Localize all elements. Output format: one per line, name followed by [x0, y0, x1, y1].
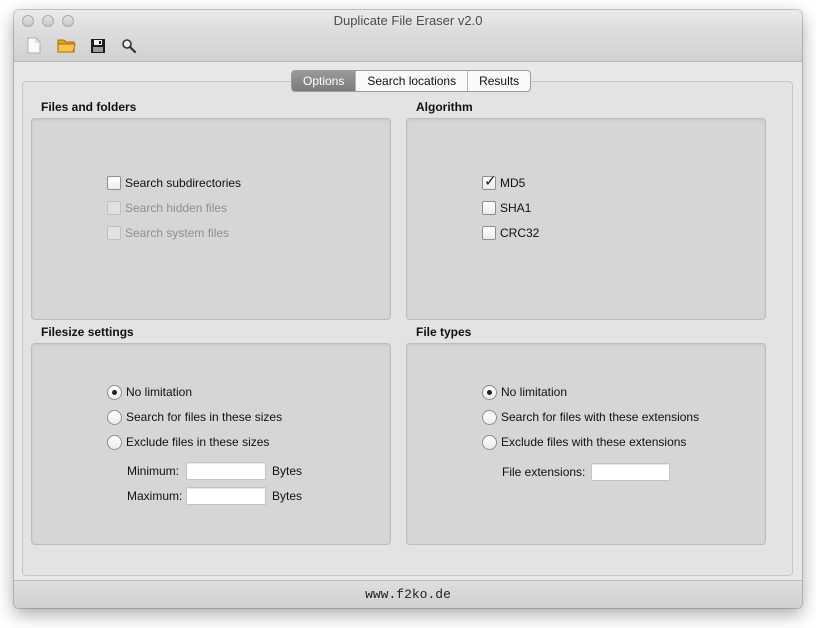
option-label: Search hidden files [125, 201, 228, 215]
search-button[interactable] [119, 38, 139, 56]
search-subdirectories-checkbox[interactable]: Search subdirectories [107, 174, 241, 192]
file-types-group: File types No limitation Search for file… [406, 324, 766, 549]
options-pane: Files and folders Search subdirectories … [31, 99, 785, 566]
filetypes-exclude-extensions-radio[interactable]: Exclude files with these extensions [482, 433, 686, 451]
maximum-unit-label: Bytes [272, 489, 303, 503]
file-extensions-label: File extensions: [502, 465, 586, 479]
filesize-exclude-sizes-radio[interactable]: Exclude files in these sizes [107, 433, 269, 451]
radio-dot [112, 389, 117, 395]
filetypes-no-limitation-radio[interactable]: No limitation [482, 383, 567, 401]
checkbox-box [107, 201, 121, 215]
filetypes-search-extensions-radio[interactable]: Search for files with these extensions [482, 408, 699, 426]
filesize-no-limitation-radio[interactable]: No limitation [107, 383, 192, 401]
tab-bar: Options Search locations Results [291, 70, 532, 92]
tab-search-locations[interactable]: Search locations [355, 71, 467, 91]
sha1-checkbox[interactable]: SHA1 [482, 199, 531, 217]
checkbox-box[interactable] [107, 176, 121, 190]
close-window-button[interactable] [22, 15, 34, 27]
radio-circle[interactable] [107, 384, 122, 400]
radio-circle[interactable] [482, 409, 497, 425]
file-extensions-input[interactable] [591, 463, 670, 481]
option-label: Search for files in these sizes [126, 410, 283, 424]
option-label: Exclude files with these extensions [501, 435, 687, 449]
save-button[interactable] [88, 38, 108, 56]
minimize-window-button[interactable] [42, 15, 54, 27]
minimum-unit-label: Bytes [272, 464, 303, 478]
open-folder-icon [57, 38, 76, 56]
option-label: Search system files [125, 226, 230, 240]
option-label: No limitation [501, 385, 568, 399]
new-button[interactable] [24, 37, 44, 57]
radio-circle[interactable] [482, 384, 497, 400]
open-button[interactable] [56, 38, 76, 56]
title-bar[interactable]: Duplicate File Eraser v2.0 [14, 10, 802, 32]
crc32-checkbox[interactable]: CRC32 [482, 224, 539, 242]
radio-circle[interactable] [482, 434, 497, 450]
checkbox-box [107, 226, 121, 240]
group-box: ✓ MD5 SHA1 CRC32 [406, 118, 766, 320]
status-bar: www.f2ko.de [14, 580, 802, 608]
save-disk-icon [90, 38, 106, 57]
search-system-files-checkbox: Search system files [107, 224, 229, 242]
filesize-settings-group: Filesize settings No limitation Search f… [31, 324, 391, 549]
window-title: Duplicate File Eraser v2.0 [333, 13, 483, 28]
group-box: No limitation Search for files with thes… [406, 343, 766, 545]
option-label: MD5 [500, 176, 526, 190]
group-title: File types [416, 325, 472, 339]
new-document-icon [27, 37, 41, 57]
maximum-size-input[interactable] [186, 487, 266, 505]
option-label: Search for files with these extensions [501, 410, 700, 424]
radio-circle[interactable] [107, 409, 122, 425]
md5-checkbox[interactable]: ✓ MD5 [482, 172, 526, 192]
group-title: Algorithm [416, 100, 473, 114]
group-box: No limitation Search for files in these … [31, 343, 391, 545]
toolbar [14, 32, 802, 62]
maximum-label: Maximum: [127, 489, 183, 503]
tab-options[interactable]: Options [292, 71, 356, 91]
search-hidden-files-checkbox: Search hidden files [107, 199, 227, 217]
content-area: Options Search locations Results Files a… [14, 63, 802, 580]
option-label: No limitation [126, 385, 193, 399]
checkbox-box[interactable] [482, 201, 496, 215]
group-box: Search subdirectories Search hidden file… [31, 118, 391, 320]
minimum-label: Minimum: [127, 464, 180, 478]
option-label: Exclude files in these sizes [126, 435, 270, 449]
website-link[interactable]: www.f2ko.de [365, 587, 451, 602]
options-tab-panel: Files and folders Search subdirectories … [22, 81, 793, 576]
checkmark-icon: ✓ [484, 172, 497, 190]
option-label: Search subdirectories [125, 176, 242, 190]
tab-results[interactable]: Results [467, 71, 530, 91]
files-and-folders-group: Files and folders Search subdirectories … [31, 99, 391, 324]
minimum-size-input[interactable] [186, 462, 266, 480]
option-label: CRC32 [500, 226, 540, 240]
algorithm-group: Algorithm ✓ MD5 SHA1 CRC32 [406, 99, 766, 324]
radio-circle[interactable] [107, 434, 122, 450]
group-title: Filesize settings [41, 325, 134, 339]
radio-dot [487, 389, 492, 395]
filesize-search-sizes-radio[interactable]: Search for files in these sizes [107, 408, 282, 426]
checkbox-box[interactable]: ✓ [482, 172, 497, 190]
app-window: Duplicate File Eraser v2.0 Options Searc… [14, 10, 802, 608]
option-label: SHA1 [500, 201, 532, 215]
group-title: Files and folders [41, 100, 137, 114]
checkbox-box[interactable] [482, 226, 496, 240]
search-icon [121, 38, 137, 57]
zoom-window-button[interactable] [62, 15, 74, 27]
